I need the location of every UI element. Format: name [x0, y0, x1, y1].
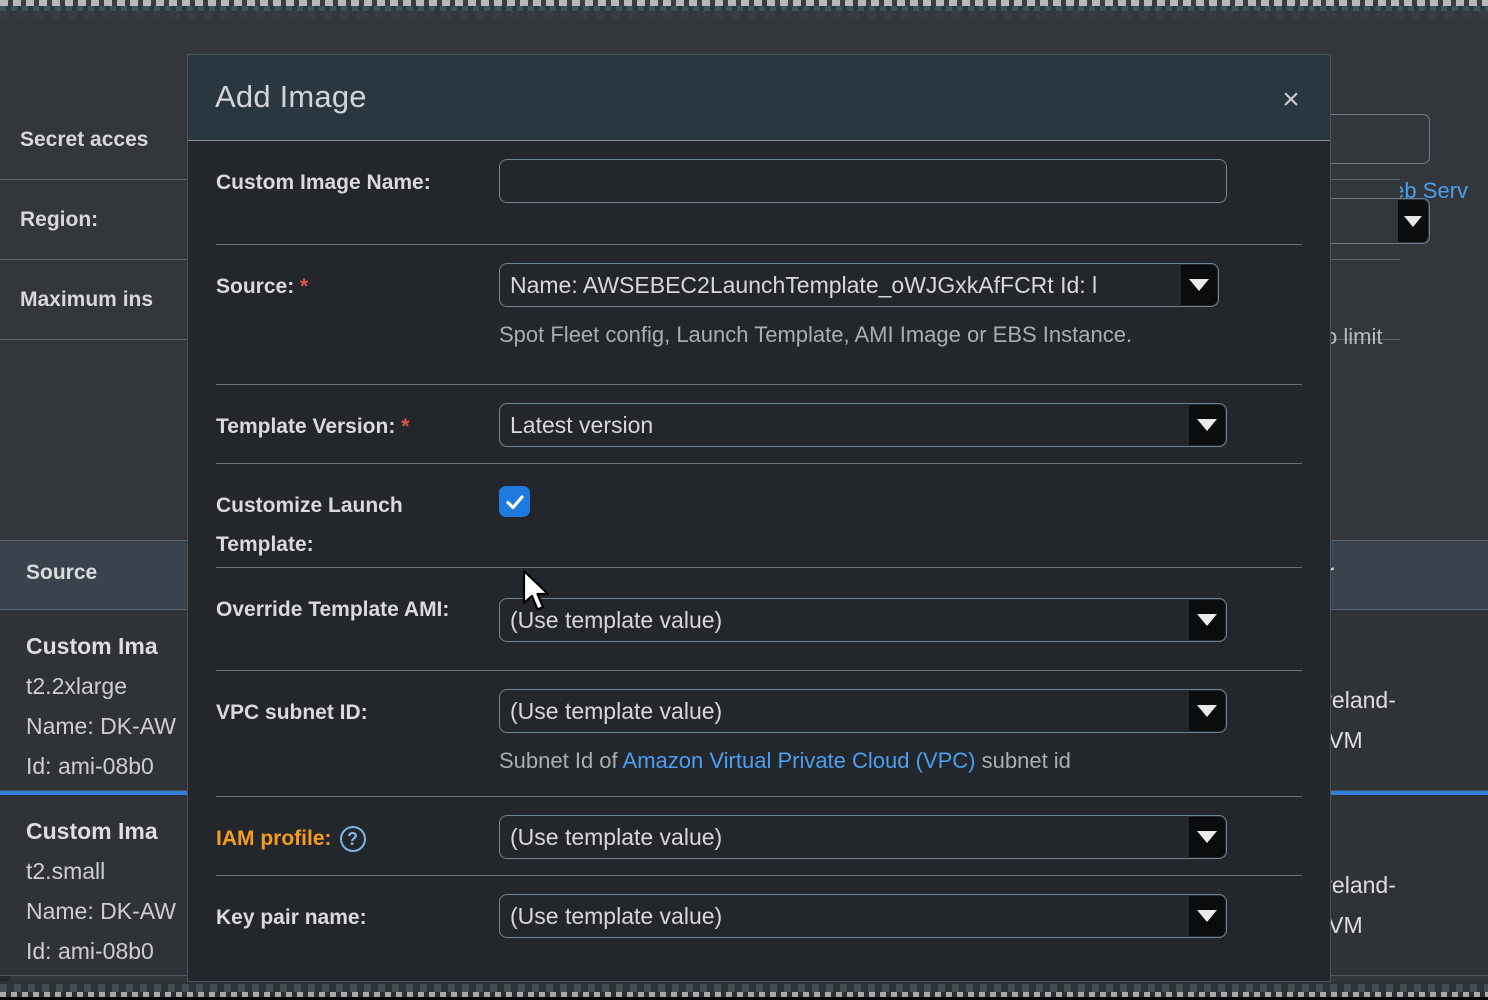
dialog-header: Add Image ×: [188, 55, 1330, 141]
chevron-down-icon[interactable]: [1189, 817, 1225, 857]
chevron-down-icon[interactable]: [1189, 896, 1225, 936]
required-marker: *: [401, 415, 409, 438]
application-background: Secret acces azon Web Serv Region: Maxim…: [0, 0, 1488, 1000]
customize-launch-template-checkbox[interactable]: [499, 486, 530, 517]
secret-access-key-label: Secret acces: [20, 128, 148, 152]
add-image-dialog: Add Image × Custom Image Name: Source: *: [188, 55, 1330, 981]
override-template-ami-label: Override Template AMI:: [216, 568, 499, 629]
key-pair-name-select[interactable]: (Use template value): [499, 894, 1227, 938]
row-name-line: Name: DK-AW: [26, 706, 176, 746]
template-version-label-text: Template Version:: [216, 415, 395, 438]
field-row-iam-profile: IAM profile:? (Use template value): [216, 797, 1302, 876]
field-row-vpc-subnet-id: VPC subnet ID: (Use template value) Subn…: [216, 671, 1302, 797]
field-row-custom-image-name: Custom Image Name:: [216, 141, 1302, 245]
row-title: Custom Ima: [26, 811, 176, 851]
custom-image-name-label: Custom Image Name:: [216, 141, 499, 202]
row-instance-type: t2.small: [26, 851, 176, 891]
vpc-help-link[interactable]: Amazon Virtual Private Cloud (VPC): [623, 748, 976, 773]
key-pair-name-select-value: (Use template value): [500, 895, 1189, 937]
override-template-ami-select[interactable]: (Use template value): [499, 598, 1227, 642]
region-label: Region:: [20, 208, 98, 232]
vpc-subnet-id-select-value: (Use template value): [500, 690, 1189, 732]
iam-profile-label: IAM profile:?: [216, 797, 499, 858]
override-template-ami-select-value: (Use template value): [500, 599, 1189, 641]
row-name-line: Name: DK-AW: [26, 891, 176, 931]
chevron-down-icon[interactable]: [1181, 265, 1217, 305]
bottom-edge-stripe: [0, 984, 1488, 992]
vpc-subnet-id-help-text: Subnet Id of Amazon Virtual Private Clou…: [499, 741, 1199, 780]
chevron-down-icon[interactable]: [1189, 600, 1225, 640]
field-row-template-version: Template Version: * Latest version: [216, 385, 1302, 464]
template-version-select-value: Latest version: [500, 404, 1189, 446]
chevron-down-icon[interactable]: [1189, 405, 1225, 445]
chevron-down-icon: [1398, 200, 1428, 242]
source-label-text: Source:: [216, 275, 294, 298]
column-header-source[interactable]: Source: [26, 561, 97, 585]
template-version-label: Template Version: *: [216, 385, 499, 446]
iam-profile-select[interactable]: (Use template value): [499, 815, 1227, 859]
checkmark-icon: [504, 491, 526, 513]
field-row-source: Source: * Name: AWSEBEC2LaunchTemplate_o…: [216, 245, 1302, 385]
iam-profile-select-value: (Use template value): [500, 816, 1189, 858]
row-instance-type: t2.2xlarge: [26, 666, 176, 706]
iam-profile-label-text: IAM profile:: [216, 827, 332, 850]
close-icon[interactable]: ×: [1274, 83, 1308, 117]
help-circle-icon[interactable]: ?: [340, 826, 366, 852]
maximum-instances-label: Maximum ins: [20, 288, 153, 312]
dialog-title: Add Image: [215, 79, 367, 115]
source-select-value: Name: AWSEBEC2LaunchTemplate_oWJGxkAfFCR…: [500, 264, 1181, 306]
help-prefix: Subnet Id of: [499, 748, 623, 773]
help-suffix: subnet id: [976, 748, 1071, 773]
field-row-customize-launch-template: Customize Launch Template:: [216, 464, 1302, 568]
source-help-text: Spot Fleet config, Launch Template, AMI …: [499, 315, 1199, 354]
custom-image-name-input[interactable]: [499, 159, 1227, 203]
top-edge-stripe-3: [0, 11, 1488, 19]
field-row-key-pair-name: Key pair name: (Use template value): [216, 876, 1302, 954]
row-id-line: Id: ami-08b0: [26, 746, 176, 786]
dialog-body: Custom Image Name: Source: * Name: AWSEB…: [188, 141, 1330, 981]
field-row-override-template-ami: Override Template AMI: (Use template val…: [216, 568, 1302, 671]
customize-launch-template-label: Customize Launch Template:: [216, 464, 499, 564]
table-cell-source: Custom Ima t2.2xlarge Name: DK-AW Id: am…: [26, 626, 176, 786]
table-cell-source: Custom Ima t2.small Name: DK-AW Id: ami-…: [26, 811, 176, 971]
source-select[interactable]: Name: AWSEBEC2LaunchTemplate_oWJGxkAfFCR…: [499, 263, 1219, 307]
maximum-instances-value: o limit: [1325, 324, 1382, 350]
required-marker: *: [300, 275, 308, 298]
template-version-select[interactable]: Latest version: [499, 403, 1227, 447]
region-select[interactable]: [1320, 198, 1430, 244]
row-id-line: Id: ami-08b0: [26, 931, 176, 971]
vpc-subnet-id-label: VPC subnet ID:: [216, 671, 499, 732]
vpc-subnet-id-select[interactable]: (Use template value): [499, 689, 1227, 733]
source-label: Source: *: [216, 245, 499, 306]
key-pair-name-label: Key pair name:: [216, 876, 499, 937]
row-title: Custom Ima: [26, 626, 176, 666]
chevron-down-icon[interactable]: [1189, 691, 1225, 731]
